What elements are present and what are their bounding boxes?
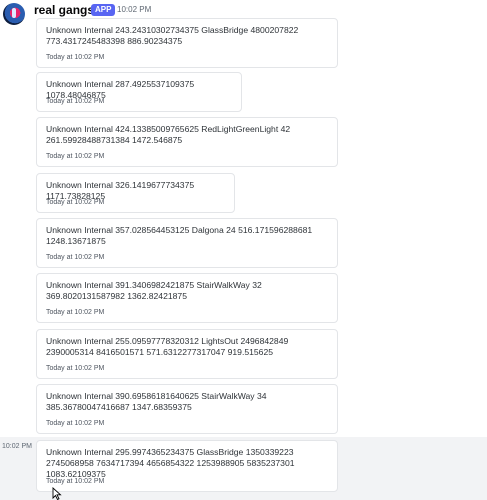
message-timestamp[interactable]: 10:02 PM (117, 5, 151, 14)
embed-card: Unknown Internal 255.09597778320312 Ligh… (36, 329, 338, 379)
embed-description: Unknown Internal 255.09597778320312 Ligh… (46, 336, 289, 357)
embed-description: Unknown Internal 391.3406982421875 Stair… (46, 280, 262, 301)
embed-footer-time: Today at 10:02 PM (46, 98, 105, 105)
embed-card: Unknown Internal 287.4925537109375 1078.… (36, 72, 242, 112)
embed-footer-time: Today at 10:02 PM (46, 420, 105, 427)
embed-footer-time: Today at 10:02 PM (46, 54, 105, 61)
bot-avatar[interactable] (3, 3, 25, 25)
hover-timestamp[interactable]: 10:02 PM (2, 443, 32, 450)
embed-card: Unknown Internal 391.3406982421875 Stair… (36, 273, 338, 323)
embed-card: Unknown Internal 357.028564453125 Dalgon… (36, 218, 338, 268)
embed-footer-time: Today at 10:02 PM (46, 254, 105, 261)
embed-card: Unknown Internal 390.69586181640625 Stai… (36, 384, 338, 434)
embed-card: Unknown Internal 295.9974365234375 Glass… (36, 440, 338, 492)
embed-card: Unknown Internal 424.13385009765625 RedL… (36, 117, 338, 167)
embed-card: Unknown Internal 243.24310302734375 Glas… (36, 18, 338, 68)
embed-description: Unknown Internal 390.69586181640625 Stai… (46, 391, 267, 412)
embed-footer-time: Today at 10:02 PM (46, 199, 105, 206)
embed-card: Unknown Internal 326.1419677734375 1171.… (36, 173, 235, 213)
embed-description: Unknown Internal 295.9974365234375 Glass… (46, 447, 295, 479)
embed-footer-time: Today at 10:02 PM (46, 478, 105, 485)
embed-description: Unknown Internal 243.24310302734375 Glas… (46, 25, 299, 46)
embed-description: Unknown Internal 424.13385009765625 RedL… (46, 124, 291, 145)
mouse-cursor-icon (52, 487, 62, 500)
embed-description: Unknown Internal 357.028564453125 Dalgon… (46, 225, 313, 246)
embed-footer-time: Today at 10:02 PM (46, 153, 105, 160)
embed-footer-time: Today at 10:02 PM (46, 365, 105, 372)
app-badge: APP (91, 4, 116, 16)
embed-footer-time: Today at 10:02 PM (46, 309, 105, 316)
